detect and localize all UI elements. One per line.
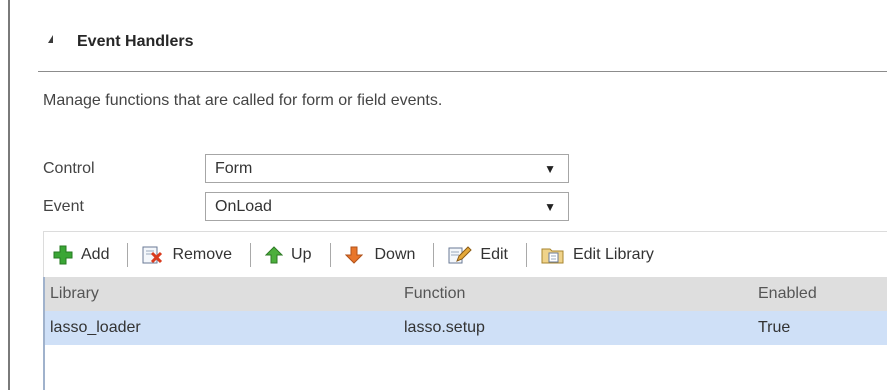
edit-button[interactable]: Edit bbox=[448, 232, 508, 277]
toolbar-separator bbox=[127, 242, 129, 267]
toolbar-separator bbox=[329, 242, 331, 267]
control-label: Control bbox=[43, 160, 95, 177]
control-select-value: Form bbox=[215, 159, 253, 177]
column-header-library[interactable]: Library bbox=[50, 285, 99, 303]
collapse-triangle-icon[interactable] bbox=[48, 35, 53, 43]
event-select[interactable]: OnLoad ▼ bbox=[205, 192, 569, 221]
cell-function: lasso.setup bbox=[404, 319, 485, 336]
edit-label: Edit bbox=[480, 245, 508, 263]
edit-library-button[interactable]: Edit Library bbox=[541, 232, 654, 277]
remove-label: Remove bbox=[172, 245, 233, 263]
arrow-up-icon bbox=[265, 245, 284, 264]
dropdown-arrow-icon: ▼ bbox=[544, 161, 556, 176]
grid-header-row: Library Function Enabled bbox=[45, 277, 887, 311]
event-select-value: OnLoad bbox=[215, 197, 272, 215]
left-border bbox=[8, 0, 10, 390]
handlers-toolbar: Add Remove Up Down Edit Edit Library bbox=[43, 231, 887, 277]
arrow-down-icon bbox=[344, 246, 363, 264]
delete-document-icon bbox=[142, 245, 164, 265]
column-header-enabled[interactable]: Enabled bbox=[758, 285, 817, 303]
edit-library-label: Edit Library bbox=[572, 245, 654, 263]
cell-library: lasso_loader bbox=[50, 319, 141, 336]
cell-enabled: True bbox=[758, 319, 791, 336]
toolbar-separator bbox=[250, 242, 252, 267]
edit-pencil-icon bbox=[448, 245, 473, 265]
column-header-function[interactable]: Function bbox=[404, 285, 465, 303]
control-select[interactable]: Form ▼ bbox=[205, 154, 569, 183]
section-header[interactable]: Event Handlers bbox=[48, 30, 193, 54]
up-label: Up bbox=[291, 245, 312, 263]
plus-icon bbox=[53, 245, 73, 265]
dropdown-arrow-icon: ▼ bbox=[544, 199, 556, 214]
remove-button[interactable]: Remove bbox=[142, 232, 232, 277]
toolbar-separator bbox=[433, 242, 435, 267]
down-button[interactable]: Down bbox=[344, 232, 416, 277]
table-row[interactable]: lasso_loader lasso.setup True bbox=[45, 311, 887, 345]
up-button[interactable]: Up bbox=[265, 232, 312, 277]
add-button[interactable]: Add bbox=[53, 232, 109, 277]
add-label: Add bbox=[81, 245, 110, 263]
event-label: Event bbox=[43, 198, 84, 215]
down-label: Down bbox=[374, 245, 416, 263]
toolbar-separator bbox=[525, 242, 527, 267]
library-icon bbox=[541, 245, 565, 265]
section-title: Event Handlers bbox=[77, 33, 194, 50]
section-divider bbox=[38, 71, 887, 72]
handlers-grid: Library Function Enabled lasso_loader la… bbox=[43, 277, 887, 390]
section-description: Manage functions that are called for for… bbox=[43, 92, 443, 109]
